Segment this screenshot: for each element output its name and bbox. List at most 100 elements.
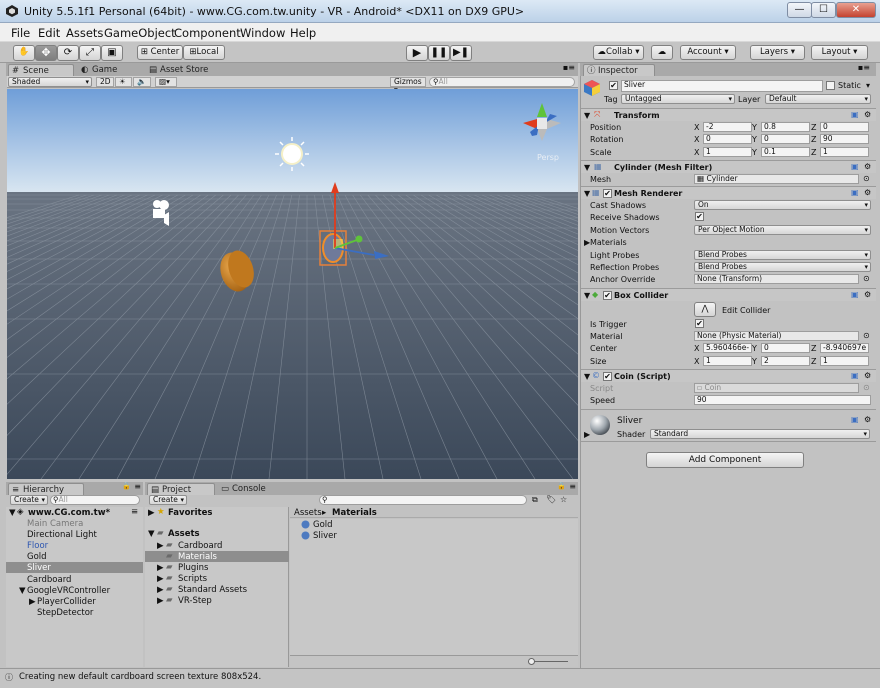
project-create-dropdown[interactable]: Create: [149, 495, 187, 505]
project-folder-item[interactable]: ▶ ▰ VR-Step: [145, 595, 289, 606]
favorites-label[interactable]: Favorites: [168, 508, 212, 518]
panel-menu-icon[interactable]: ▪≡: [563, 63, 575, 72]
collider-size-y-field[interactable]: 2: [761, 356, 810, 366]
tab-game[interactable]: ◐ Game: [78, 64, 144, 76]
account-dropdown[interactable]: Account ▾: [680, 45, 736, 60]
layout-dropdown[interactable]: Layout ▾: [811, 45, 868, 60]
static-checkbox[interactable]: [826, 81, 835, 90]
materials-label[interactable]: Materials: [590, 238, 627, 247]
hierarchy-item[interactable]: ▼ GoogleVRController: [6, 585, 143, 596]
hand-tool-button[interactable]: ✋: [13, 45, 35, 61]
position-z-axis-label[interactable]: Z: [811, 123, 816, 132]
receive-shadows-checkbox[interactable]: ✔: [695, 212, 704, 222]
scale-x-field[interactable]: 1: [703, 147, 752, 157]
layers-dropdown[interactable]: Layers ▾: [750, 45, 805, 60]
coin-script-settings-icon[interactable]: ⚙: [864, 371, 871, 380]
tab-inspector[interactable]: ⓘ Inspector: [583, 64, 655, 76]
collider-center-y-axis-label[interactable]: Y: [752, 344, 757, 353]
box-collider-help-icon[interactable]: ▣: [851, 290, 859, 299]
hierarchy-item[interactable]: Gold: [6, 551, 143, 562]
tab-console[interactable]: ▭ Console: [218, 483, 284, 495]
hierarchy-lock-icon[interactable]: 🔒: [122, 482, 131, 490]
2d-toggle[interactable]: 2D: [96, 77, 114, 87]
position-y-field[interactable]: 0.8: [761, 122, 810, 132]
shading-mode-dropdown[interactable]: Shaded: [8, 77, 92, 87]
pause-button[interactable]: ❚❚: [428, 45, 450, 61]
menu-assets[interactable]: Assets: [66, 26, 103, 40]
scene-fold-icon[interactable]: ▼: [9, 508, 16, 518]
tab-asset-store[interactable]: ▤ Asset Store: [146, 64, 226, 76]
hierarchy-item[interactable]: Sliver: [6, 562, 143, 574]
hierarchy-fold-icon[interactable]: ▼: [19, 586, 26, 596]
scale-z-axis-label[interactable]: Z: [811, 148, 816, 157]
anchor-override-picker-icon[interactable]: ⊙: [863, 274, 870, 283]
transform-fold-icon[interactable]: ▼: [584, 111, 590, 120]
favorites-star-icon[interactable]: ☆: [560, 495, 567, 504]
box-collider-fold-icon[interactable]: ▼: [584, 291, 590, 300]
transform-header[interactable]: ▼ ⤧ Transform ▣ ⚙: [581, 108, 876, 121]
mesh-renderer-header[interactable]: ▼ ▦ ✔ Mesh Renderer ▣ ⚙: [581, 186, 876, 199]
mesh-filter-fold-icon[interactable]: ▼: [584, 163, 590, 172]
is-trigger-checkbox[interactable]: ✔: [695, 319, 704, 328]
filter-by-type-icon[interactable]: ⧉: [532, 495, 538, 505]
tab-hierarchy[interactable]: ≡ Hierarchy: [8, 483, 84, 495]
scale-x-axis-label[interactable]: X: [694, 148, 699, 157]
hierarchy-menu-icon[interactable]: ≡: [134, 482, 141, 491]
hierarchy-item[interactable]: StepDetector: [6, 607, 143, 618]
rotation-x-axis-label[interactable]: X: [694, 135, 699, 144]
gameobject-name-field[interactable]: Sliver: [621, 80, 823, 92]
edit-collider-button[interactable]: ⋀: [694, 302, 716, 317]
rotation-z-field[interactable]: 90: [820, 134, 869, 144]
hierarchy-item[interactable]: Directional Light: [6, 529, 143, 540]
rotation-y-axis-label[interactable]: Y: [752, 135, 757, 144]
menu-gameobject[interactable]: GameObject: [104, 26, 176, 40]
transform-settings-icon[interactable]: ⚙: [864, 110, 871, 119]
project-folder-item[interactable]: ▰ Materials: [145, 551, 289, 562]
shader-dropdown[interactable]: Standard: [650, 429, 870, 439]
cast-shadows-dropdown[interactable]: On: [694, 200, 871, 210]
collider-size-x-axis-label[interactable]: X: [694, 357, 699, 366]
scale-y-field[interactable]: 0.1: [761, 147, 810, 157]
cloud-button[interactable]: ☁: [651, 45, 673, 60]
collider-size-x-field[interactable]: 1: [703, 356, 752, 366]
position-z-field[interactable]: 0: [820, 122, 869, 132]
assets-label[interactable]: Assets: [168, 529, 200, 539]
hierarchy-fold-icon[interactable]: ▶: [29, 597, 36, 607]
collider-center-y-field[interactable]: 0: [761, 343, 810, 353]
breadcrumb-materials[interactable]: Materials: [332, 508, 377, 518]
project-folder-item[interactable]: ▶ ▰ Standard Assets: [145, 584, 289, 595]
scale-y-axis-label[interactable]: Y: [752, 148, 757, 157]
collider-center-x-axis-label[interactable]: X: [694, 344, 699, 353]
play-button[interactable]: ▶: [406, 45, 428, 61]
static-dropdown-icon[interactable]: ▾: [866, 81, 870, 90]
inspector-menu-icon[interactable]: ▪≡: [858, 63, 870, 72]
motion-vectors-dropdown[interactable]: Per Object Motion: [694, 224, 871, 235]
material-help-icon[interactable]: ▣: [851, 415, 859, 424]
gizmos-dropdown[interactable]: Gizmos ▾: [390, 77, 426, 94]
mesh-renderer-help-icon[interactable]: ▣: [851, 188, 859, 197]
mesh-field[interactable]: ▦ Cylinder: [694, 174, 859, 184]
project-folder-item[interactable]: ▶ ▰ Plugins: [145, 562, 289, 573]
mesh-filter-settings-icon[interactable]: ⚙: [864, 162, 871, 171]
mesh-renderer-enabled-checkbox[interactable]: ✔: [603, 189, 612, 198]
position-x-axis-label[interactable]: X: [694, 123, 699, 132]
folder-fold-icon[interactable]: ▶: [157, 563, 164, 573]
file-sliver[interactable]: Sliver: [313, 531, 337, 541]
menu-file[interactable]: File: [11, 26, 30, 40]
step-button[interactable]: ▶❚: [450, 45, 472, 61]
hierarchy-item[interactable]: Floor: [6, 540, 143, 551]
collider-center-z-field[interactable]: -8.940697e: [820, 343, 869, 353]
hierarchy-search-input[interactable]: ⚲All: [50, 495, 140, 505]
coin-script-fold-icon[interactable]: ▼: [584, 372, 590, 381]
audio-toggle[interactable]: 🔈: [133, 77, 151, 87]
minimize-button[interactable]: —: [787, 2, 812, 18]
menu-edit[interactable]: Edit: [38, 26, 60, 40]
effects-dropdown[interactable]: ▨▾: [155, 77, 177, 87]
collider-size-z-axis-label[interactable]: Z: [811, 357, 816, 366]
hierarchy-create-dropdown[interactable]: Create: [10, 495, 48, 505]
transform-help-icon[interactable]: ▣: [851, 110, 859, 119]
materials-fold-icon[interactable]: ▶: [584, 238, 590, 247]
menu-component[interactable]: Component: [174, 26, 241, 40]
rotation-z-axis-label[interactable]: Z: [811, 135, 816, 144]
position-y-axis-label[interactable]: Y: [752, 123, 757, 132]
